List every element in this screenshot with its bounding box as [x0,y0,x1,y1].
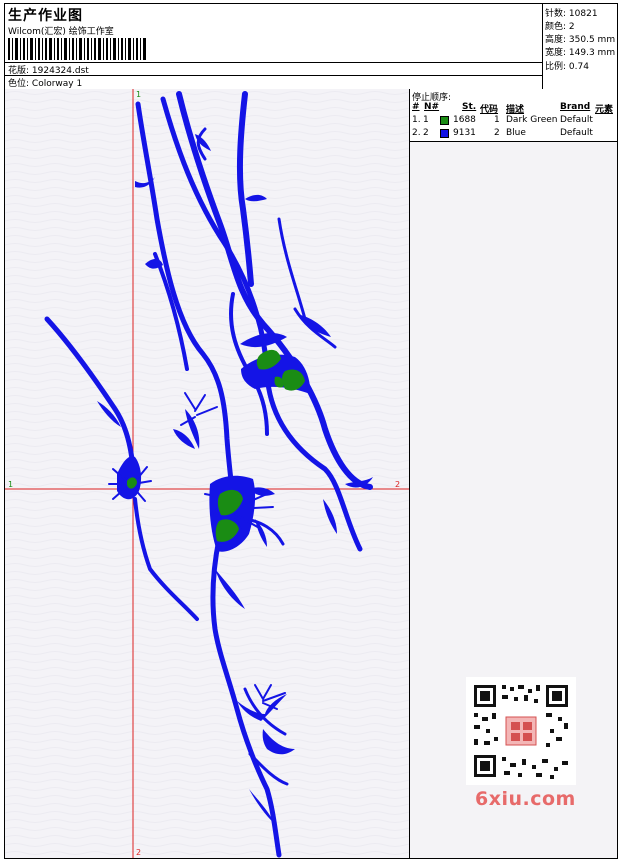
stat-colors: 颜色: 2 [545,22,575,32]
table-row: 1. 1 1688 1 Dark Green Default [412,115,593,125]
col-header-index: # [412,102,420,112]
axis-label-right: 2 [395,480,400,489]
stats-box: 针数: 10821 颜色: 2 高度: 350.5 mm 宽度: 149.3 m… [542,4,618,89]
stat-stitches: 针数: 10821 [545,9,598,19]
stat-width: 宽度: 149.3 mm [545,48,616,58]
barcode-icon [8,38,146,60]
qr-code-icon [466,677,576,785]
col-header-desc: 描述 [506,105,525,115]
axis-label-bottom: 2 [136,848,141,857]
embroidery-artwork: 1 2 1 2 [5,89,409,858]
color-swatch [440,129,449,138]
watermark-text: 6xiu.com [475,788,576,810]
axis-label-top: 1 [136,90,141,99]
colorway-value: Colorway 1 [31,79,83,89]
stop-sequence-table: 停止顺序: # N# St. 代码 描述 Brand 元素 1. 1 1688 … [410,89,617,142]
axis-label-left: 1 [8,480,13,489]
company-name: Wilcom(汇宏) 绘饰工作室 [8,27,114,37]
stat-height: 高度: 350.5 mm [545,35,616,45]
col-header-needle: N# [424,102,440,112]
colorway-row: 色位: Colorway 1 [8,76,82,89]
page-title: 生产作业图 [8,8,83,24]
design-preview: 1 2 1 2 [5,89,410,858]
colorway-label: 色位: [8,79,30,89]
col-header-code: 代码 [480,105,499,115]
header-divider [5,75,542,76]
color-swatch [440,116,449,125]
col-header-stitches: St. [462,102,477,112]
table-row: 2. 2 9131 2 Blue Default [412,128,593,138]
col-header-element: 元素 [595,105,614,115]
stat-scale: 比例: 0.74 [545,62,589,72]
header: 生产作业图 Wilcom(汇宏) 绘饰工作室 花版: 1924324.dst 色… [5,4,617,90]
col-header-brand: Brand [560,102,591,112]
header-info: 生产作业图 Wilcom(汇宏) 绘饰工作室 花版: 1924324.dst 色… [5,4,542,89]
